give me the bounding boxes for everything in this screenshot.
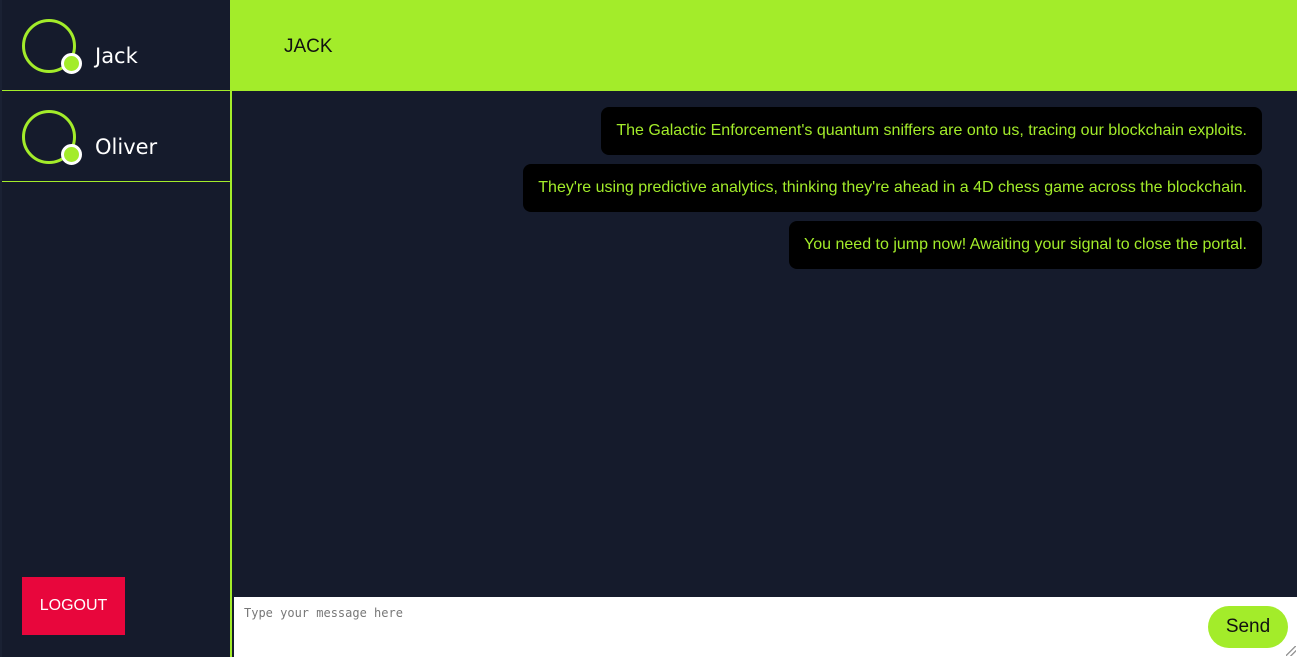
logout-button[interactable]: LOGOUT — [22, 577, 125, 635]
contact-name: Jack — [95, 44, 138, 68]
message-list: The Galactic Enforcement's quantum sniff… — [234, 91, 1297, 596]
send-button[interactable]: Send — [1208, 606, 1288, 648]
chat-app: Jack Oliver LOGOUT JACK The Galactic Enf… — [0, 0, 1297, 657]
sidebar: Jack Oliver LOGOUT — [0, 0, 232, 657]
message-bubble: You need to jump now! Awaiting your sign… — [789, 221, 1262, 269]
resize-handle-icon[interactable] — [1286, 646, 1296, 656]
message-input[interactable] — [234, 597, 1297, 657]
chat-header: JACK — [232, 0, 1297, 91]
online-status-icon — [61, 144, 82, 165]
message-bubble: They're using predictive analytics, thin… — [523, 164, 1262, 212]
message-composer: Send — [234, 597, 1297, 657]
message-bubble: The Galactic Enforcement's quantum sniff… — [601, 107, 1262, 155]
online-status-icon — [61, 53, 82, 74]
contact-name: Oliver — [95, 135, 158, 159]
contact-item-oliver[interactable]: Oliver — [2, 91, 232, 182]
contact-item-jack[interactable]: Jack — [2, 0, 232, 91]
chat-title: JACK — [284, 36, 333, 57]
